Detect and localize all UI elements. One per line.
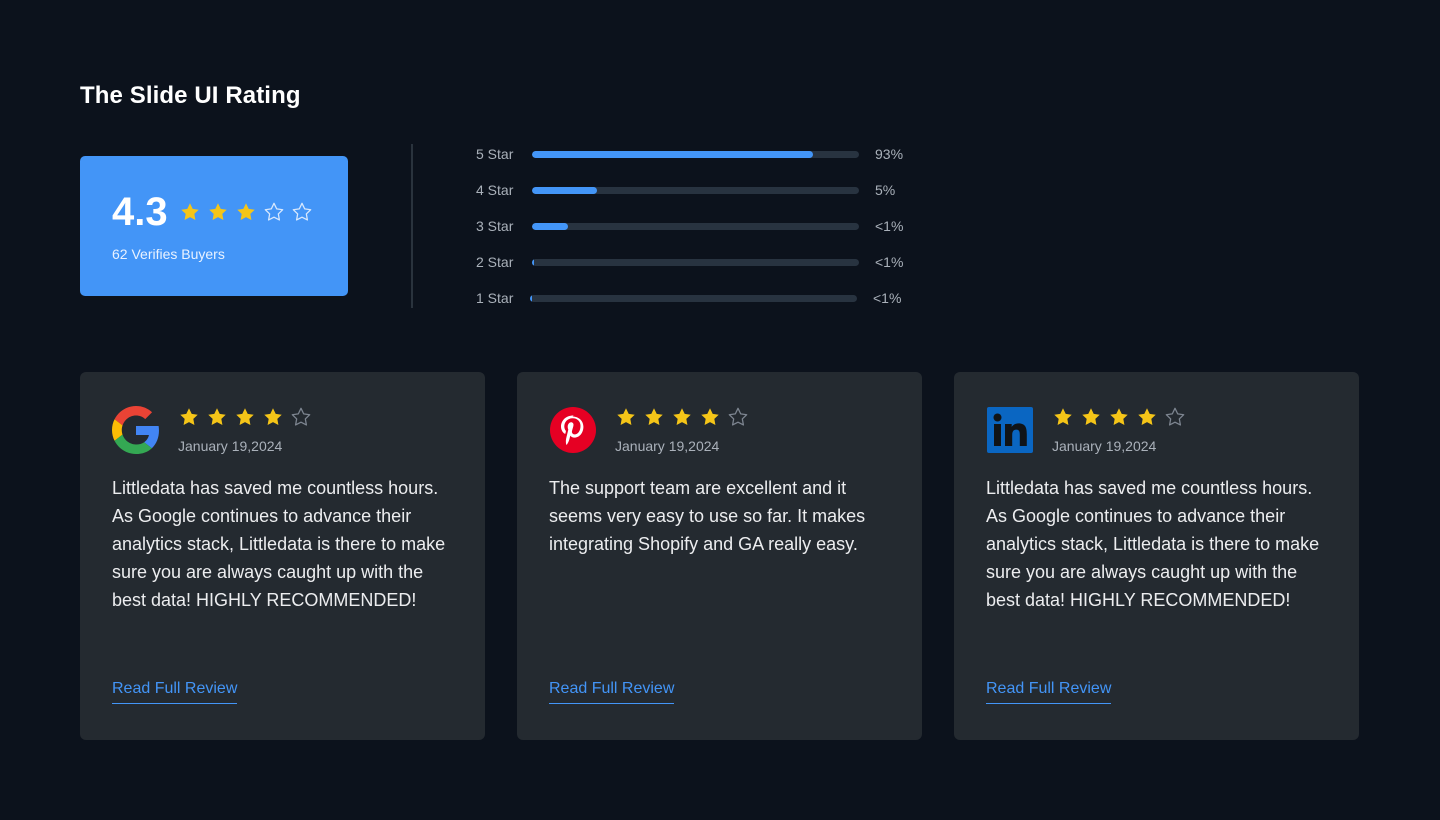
breakdown-fill <box>530 294 532 302</box>
star-filled-icon <box>701 408 719 425</box>
star-filled-icon <box>236 408 254 425</box>
breakdown-row-4: 4 Star 5% <box>476 180 895 200</box>
star-filled-icon <box>1054 408 1072 425</box>
breakdown-track <box>532 222 859 230</box>
star-empty-icon <box>264 202 283 221</box>
review-stars <box>178 406 318 428</box>
linkedin-logo-icon <box>987 407 1033 453</box>
breakdown-track <box>532 258 859 266</box>
star-filled-icon <box>645 408 663 425</box>
breakdown-fill <box>532 150 814 158</box>
breakdown-fill <box>532 186 598 194</box>
breakdown-percent: <1% <box>873 290 902 306</box>
verified-buyers-count: 62 Verifies Buyers <box>112 246 225 262</box>
review-text: Littledata has saved me countless hours.… <box>986 478 1320 610</box>
breakdown-track <box>532 150 859 158</box>
review-date: January 19,2024 <box>178 438 283 454</box>
breakdown-fill <box>532 222 568 230</box>
star-filled-icon <box>208 408 226 425</box>
review-card: January 19,2024 Littledata has saved me … <box>954 372 1359 740</box>
breakdown-label: 5 Star <box>476 146 514 162</box>
breakdown-percent: 5% <box>875 182 896 198</box>
breakdown-track <box>532 186 859 194</box>
review-stars <box>615 406 755 428</box>
star-filled-icon <box>180 203 199 220</box>
breakdown-fill <box>532 258 534 266</box>
review-date: January 19,2024 <box>615 438 720 454</box>
google-logo-icon <box>112 406 159 454</box>
review-card: January 19,2024 The support team are exc… <box>517 372 922 740</box>
breakdown-percent: 93% <box>875 146 904 162</box>
breakdown-percent: <1% <box>875 218 904 234</box>
star-filled-icon <box>236 203 255 220</box>
overall-score: 4.3 <box>112 190 168 234</box>
breakdown-row-1: 1 Star <1% <box>476 288 901 308</box>
star-filled-icon <box>1082 408 1100 425</box>
breakdown-row-5: 5 Star 93% <box>476 144 903 164</box>
read-full-review-link[interactable]: Read Full Review <box>549 680 675 704</box>
breakdown-label: 4 Star <box>476 182 514 198</box>
star-filled-icon <box>1138 408 1156 425</box>
overall-rating-card: 4.3 62 Verifies Buyers <box>80 156 348 296</box>
breakdown-label: 1 Star <box>476 290 514 306</box>
star-filled-icon <box>180 408 198 425</box>
star-empty-icon <box>292 202 311 221</box>
star-empty-icon <box>291 407 311 426</box>
review-text: The support team are excellent and it se… <box>549 478 866 554</box>
breakdown-label: 2 Star <box>476 254 514 270</box>
review-date: January 19,2024 <box>1052 438 1157 454</box>
review-text: Littledata has saved me countless hours.… <box>112 478 446 610</box>
review-stars <box>1052 406 1192 428</box>
star-filled-icon <box>1110 408 1128 425</box>
breakdown-row-3: 3 Star <1% <box>476 216 903 236</box>
read-full-review-link[interactable]: Read Full Review <box>986 680 1112 704</box>
overall-stars <box>179 201 319 223</box>
star-empty-icon <box>728 407 748 426</box>
breakdown-track <box>530 294 857 302</box>
star-filled-icon <box>264 408 282 425</box>
breakdown-label: 3 Star <box>476 218 514 234</box>
breakdown-percent: <1% <box>875 254 904 270</box>
breakdown-row-2: 2 Star <1% <box>476 252 903 272</box>
review-card: January 19,2024 Littledata has saved me … <box>80 372 485 740</box>
star-empty-icon <box>1165 407 1185 426</box>
page-title: The Slide UI Rating <box>80 82 301 109</box>
divider <box>411 144 413 308</box>
star-filled-icon <box>617 408 635 425</box>
star-filled-icon <box>673 408 691 425</box>
pinterest-logo-icon <box>550 407 596 453</box>
read-full-review-link[interactable]: Read Full Review <box>112 680 238 704</box>
star-filled-icon <box>208 203 227 220</box>
